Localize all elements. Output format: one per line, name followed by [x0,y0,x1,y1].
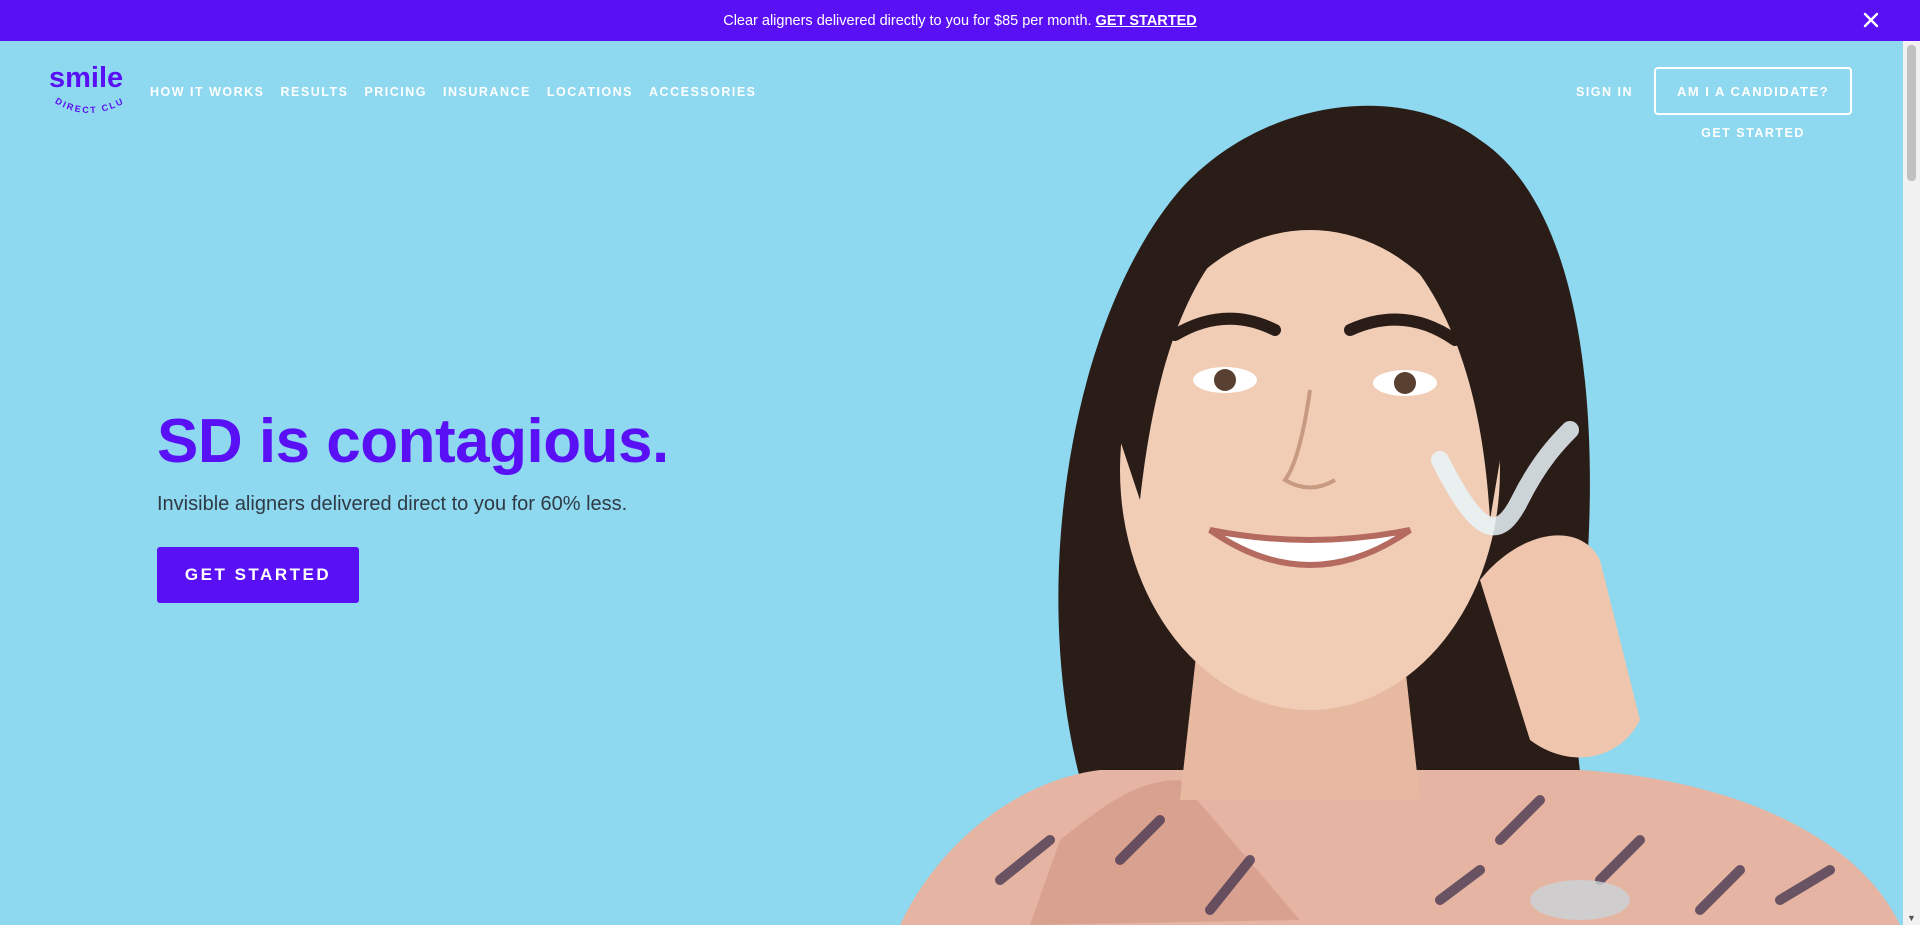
main-nav: HOW IT WORKS RESULTS PRICING INSURANCE L… [150,85,757,99]
scroll-down-arrow-icon[interactable]: ▼ [1907,913,1916,923]
hero-get-started-button[interactable]: GET STARTED [157,547,359,603]
promo-get-started-link[interactable]: GET STARTED [1096,13,1197,29]
promo-banner: Clear aligners delivered directly to you… [0,0,1920,41]
nav-pricing[interactable]: PRICING [364,85,427,99]
nav-accessories[interactable]: ACCESSORIES [649,85,757,99]
smile-direct-club-logo[interactable]: smile DIRECT CLUB [48,59,132,125]
hero-image [900,105,1900,925]
hero-subtitle: Invisible aligners delivered direct to y… [157,493,628,515]
nav-locations[interactable]: LOCATIONS [547,85,633,99]
scrollbar-thumb[interactable] [1907,45,1916,181]
logo-wordmark: smile [49,62,123,94]
close-icon[interactable] [1862,11,1880,29]
nav-results[interactable]: RESULTS [281,85,349,99]
hero-title: SD is contagious. [157,407,669,476]
nav-how-it-works[interactable]: HOW IT WORKS [150,85,265,99]
page-scrollbar[interactable]: ▼ [1903,41,1920,925]
promo-text: Clear aligners delivered directly to you… [723,12,1092,29]
nav-insurance[interactable]: INSURANCE [443,85,531,99]
